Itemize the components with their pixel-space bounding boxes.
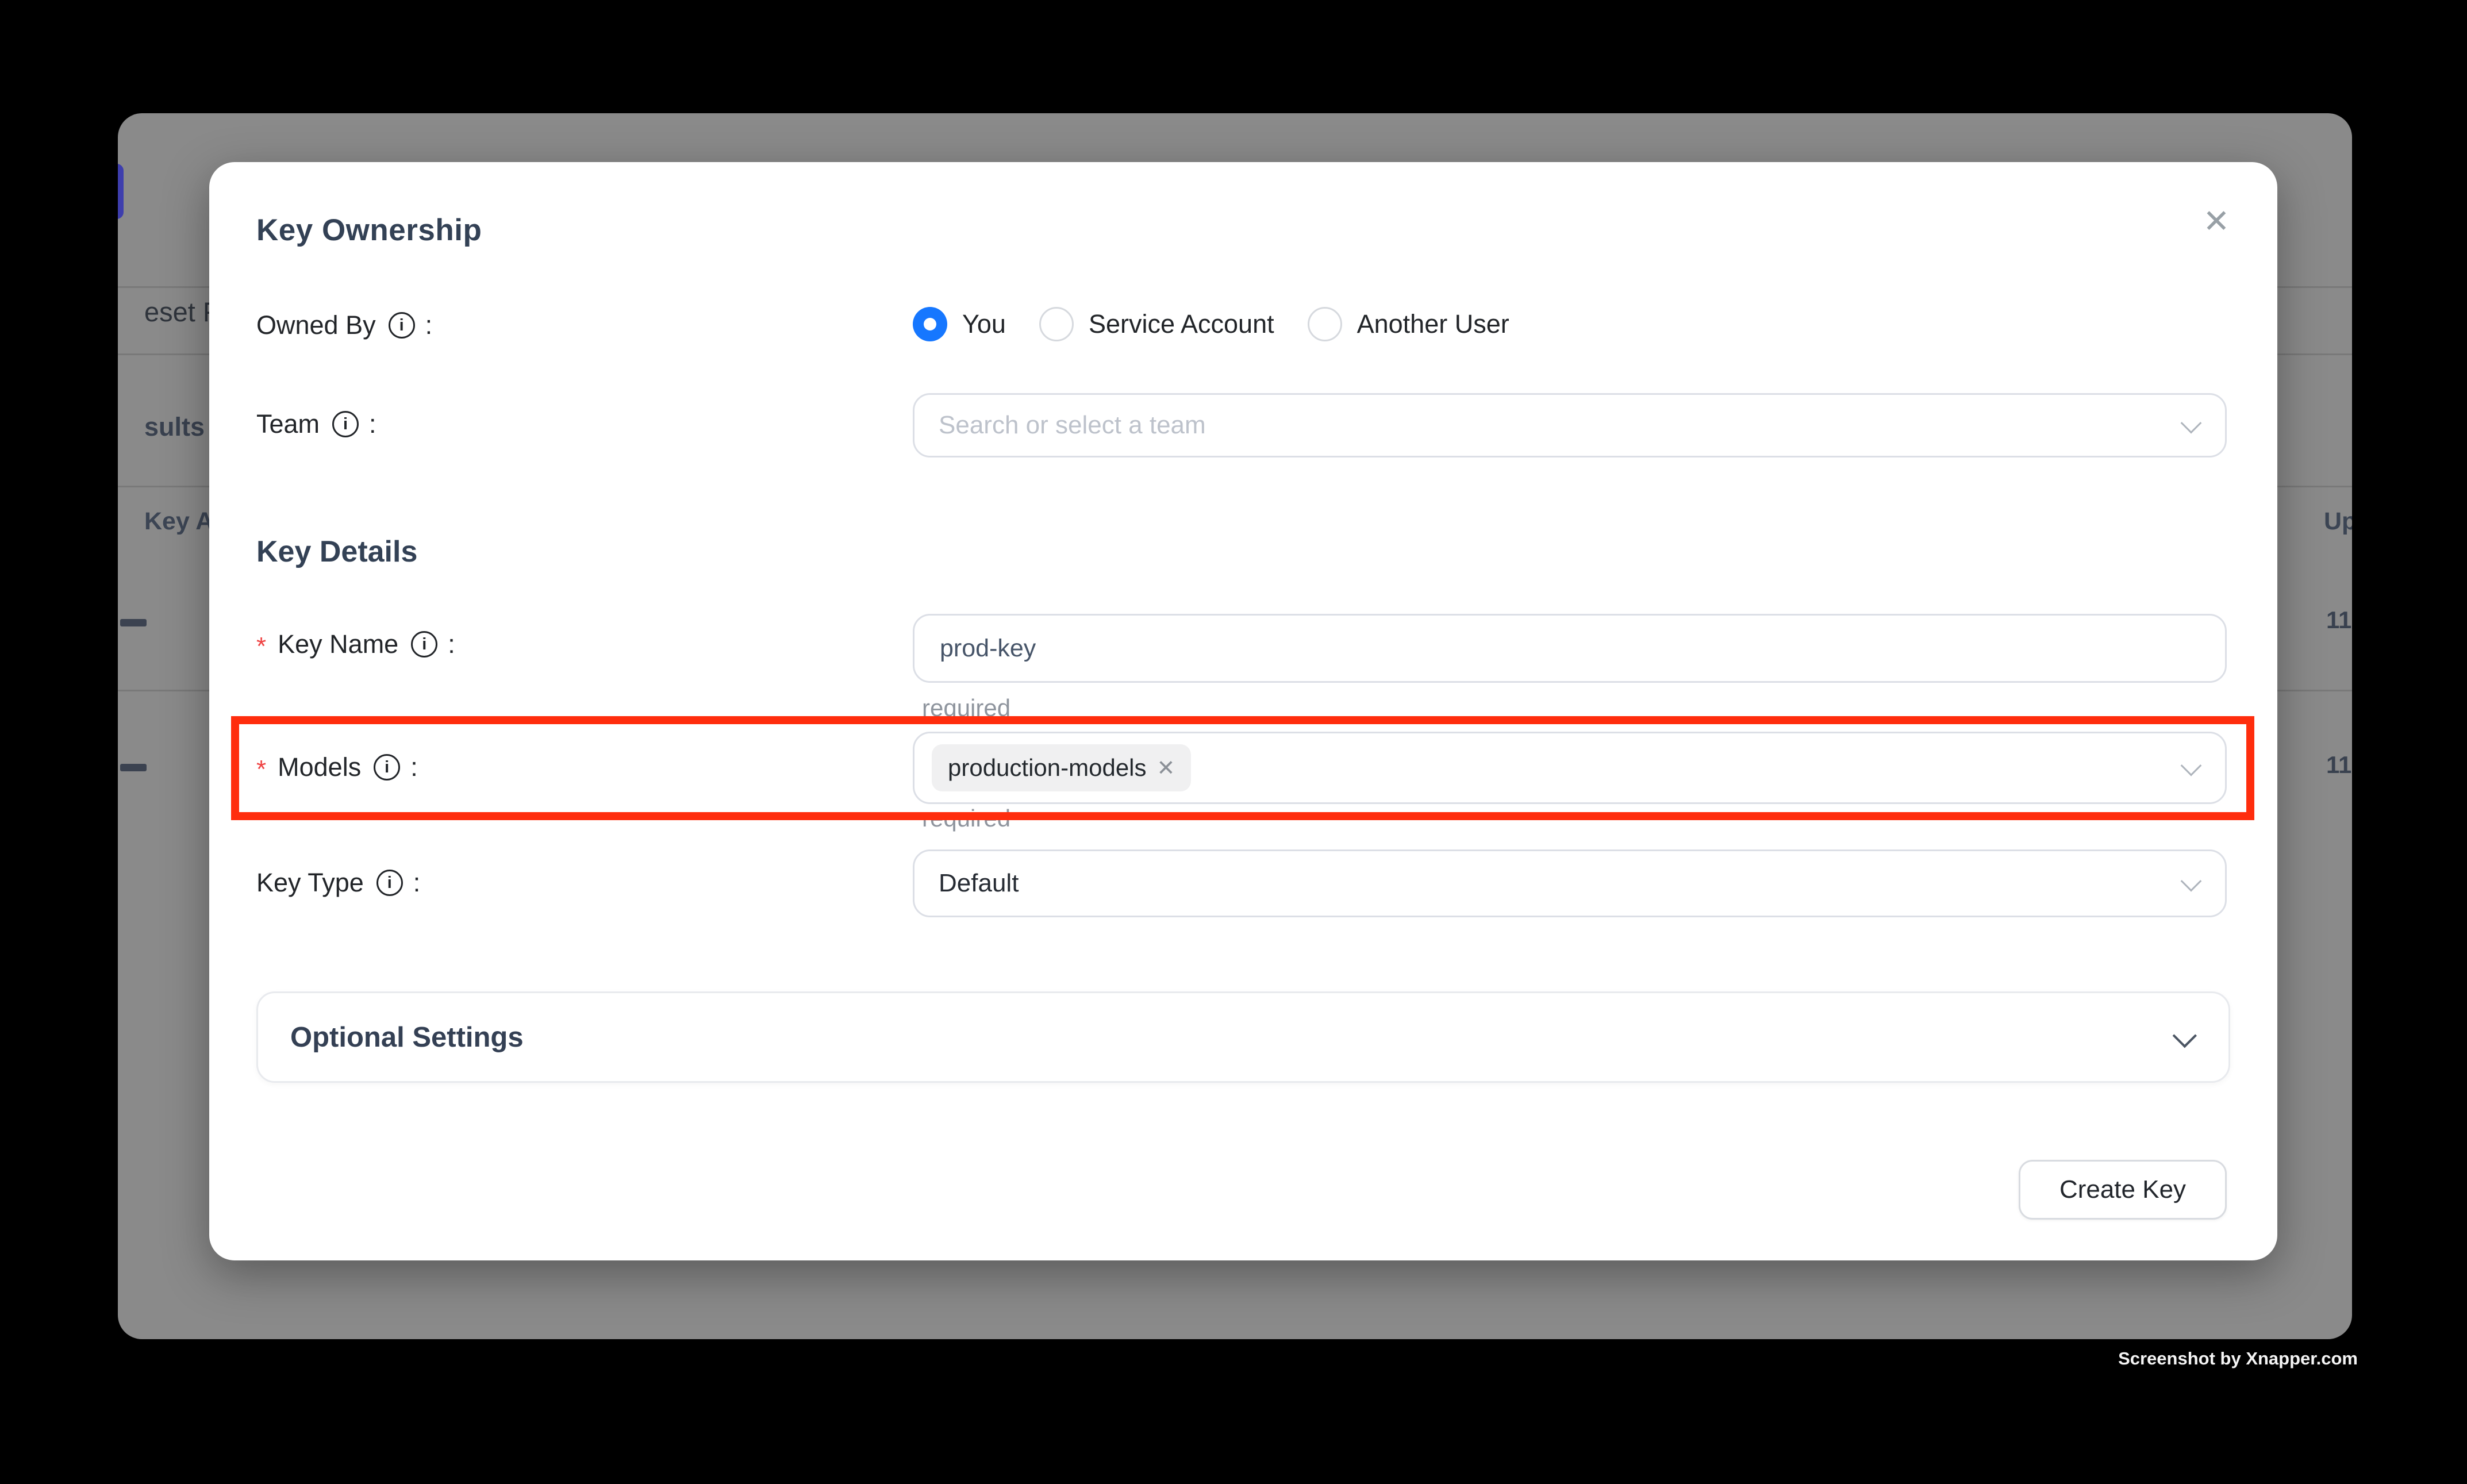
owned-by-label-text: Owned By (256, 310, 376, 340)
chevron-down-icon (2181, 413, 2202, 434)
models-label-text: Models (278, 752, 361, 782)
required-asterisk: * (256, 755, 266, 784)
table-cell-date: 11/ (2326, 751, 2352, 779)
info-icon[interactable]: i (389, 312, 415, 339)
chevron-down-icon (2173, 1023, 2197, 1047)
models-label: * Models i : (256, 752, 418, 782)
updated-column-header: Up (2324, 508, 2352, 536)
radio-unselected-icon[interactable] (1308, 307, 1342, 341)
optional-settings-toggle[interactable]: Optional Settings (256, 991, 2230, 1083)
optional-settings-title: Optional Settings (290, 1021, 524, 1054)
model-tag-label: production-models (948, 754, 1147, 782)
info-icon[interactable]: i (332, 411, 359, 437)
info-icon[interactable]: i (411, 631, 437, 658)
results-partial-text: sults (144, 412, 205, 442)
selected-model-tag: production-models ✕ (932, 744, 1191, 791)
team-select-placeholder: Search or select a team (914, 411, 1206, 440)
label-colon: : (410, 752, 418, 782)
owned-by-label: Owned By i : (256, 310, 432, 340)
key-type-select[interactable]: Default (913, 849, 2227, 917)
label-colon: : (448, 629, 455, 659)
radio-option-service-account[interactable]: Service Account (1039, 307, 1274, 341)
close-icon[interactable]: ✕ (2189, 194, 2244, 249)
key-name-label-text: Key Name (278, 629, 398, 659)
info-icon[interactable]: i (374, 754, 400, 781)
create-key-modal: Key Ownership ✕ Owned By i : You Service… (209, 162, 2277, 1260)
key-type-label: Key Type i : (256, 868, 420, 898)
team-label: Team i : (256, 409, 376, 439)
key-name-required-message: required (922, 694, 1010, 722)
table-cell-dash (120, 764, 147, 771)
key-name-label: * Key Name i : (256, 629, 455, 659)
chevron-down-icon (2181, 871, 2202, 892)
xnapper-watermark: Screenshot by Xnapper.com (2118, 1348, 2358, 1369)
required-asterisk: * (256, 632, 266, 661)
info-icon[interactable]: i (376, 870, 403, 896)
radio-label: Another User (1357, 309, 1509, 339)
key-type-selected-value: Default (914, 869, 1019, 898)
tag-remove-icon[interactable]: ✕ (1157, 755, 1175, 781)
screenshot-canvas: eset Filt sults Key Alia Up 11/ 11/ Key … (0, 0, 2467, 1484)
team-select[interactable]: Search or select a team (913, 393, 2227, 457)
models-multiselect[interactable]: production-models ✕ (913, 732, 2227, 804)
table-cell-dash (120, 619, 147, 626)
key-details-section-title: Key Details (256, 535, 417, 569)
models-required-message: required (922, 805, 1010, 832)
radio-option-another-user[interactable]: Another User (1308, 307, 1509, 341)
team-label-text: Team (256, 409, 320, 439)
radio-label: You (962, 309, 1006, 339)
label-colon: : (413, 868, 421, 898)
radio-unselected-icon[interactable] (1039, 307, 1074, 341)
radio-selected-icon[interactable] (913, 307, 947, 341)
clipped-primary-button (118, 164, 124, 219)
label-colon: : (369, 409, 376, 439)
radio-option-you[interactable]: You (913, 307, 1006, 341)
owned-by-radio-group: You Service Account Another User (913, 307, 1509, 341)
modal-title: Key Ownership (256, 213, 482, 248)
radio-label: Service Account (1089, 309, 1274, 339)
key-type-label-text: Key Type (256, 868, 364, 898)
key-name-input[interactable] (913, 614, 2227, 683)
label-colon: : (425, 310, 433, 340)
chevron-down-icon (2181, 755, 2202, 776)
table-cell-date: 11/ (2326, 606, 2352, 634)
create-key-button[interactable]: Create Key (2019, 1160, 2227, 1220)
